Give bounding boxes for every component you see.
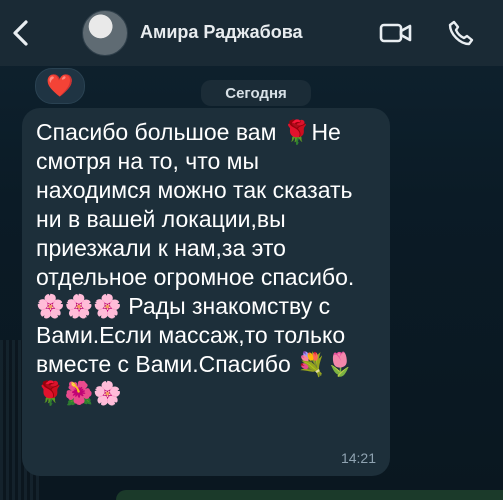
phone-icon [448, 20, 474, 46]
video-camera-icon [379, 23, 412, 43]
date-separator: Сегодня [201, 80, 311, 106]
video-call-button[interactable] [378, 16, 414, 50]
chat-header: Амира Раджабова [0, 0, 503, 66]
message-text: Спасибо большое вам 🌹Не смотря на то, чт… [36, 119, 361, 406]
voice-call-button[interactable] [443, 16, 479, 50]
heart-icon: ❤️ [46, 73, 74, 98]
chevron-left-icon [13, 20, 28, 46]
composer-edge [116, 490, 503, 500]
back-button[interactable] [6, 16, 36, 50]
reaction-badge[interactable]: ❤️ [35, 68, 85, 104]
message-timestamp: 14:21 [340, 450, 376, 466]
contact-name[interactable]: Амира Раджабова [140, 22, 303, 43]
message-bubble[interactable]: Спасибо большое вам 🌹Не смотря на то, чт… [22, 108, 390, 476]
avatar[interactable] [82, 10, 128, 56]
